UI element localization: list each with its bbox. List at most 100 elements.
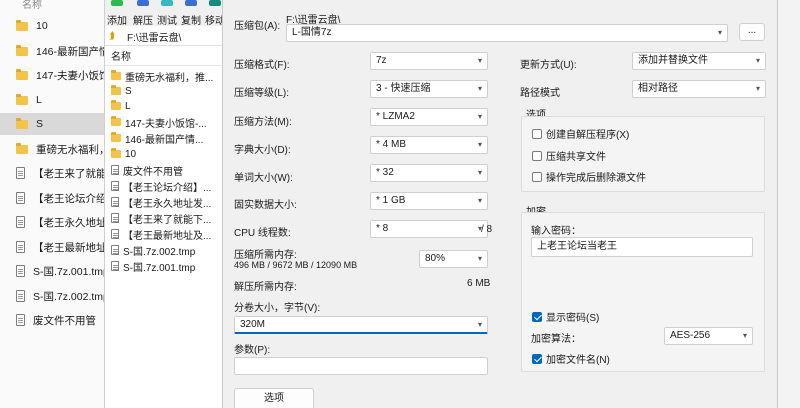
document-icon (111, 229, 119, 239)
level-label: 压缩等级(L): (234, 88, 289, 99)
decompress-memory-label: 解压所需内存: (234, 282, 297, 293)
cpu-threads-max: / 8 (481, 224, 493, 235)
add-button[interactable]: 添加 (107, 12, 127, 27)
up-folder-icon[interactable]: ⮭ (109, 31, 119, 42)
method-select[interactable]: * LZMA2 ▾ (370, 108, 488, 126)
list-item[interactable]: S-国.7z.002.tmp (111, 243, 235, 257)
password-label: 输入密码： (531, 226, 581, 237)
explorer-item-selected[interactable]: S (0, 113, 112, 135)
explorer-item[interactable]: 废文件不用管 (0, 309, 112, 331)
compress-memory-label: 压缩所需内存: (234, 250, 297, 261)
list-item[interactable]: 【老王来了就能下... (111, 211, 235, 225)
file-explorer-pane: 名称 10 146-最新国产情侣 147-夫妻小饭馆- L S 重磅无水福利，推… (0, 0, 112, 408)
chevron-down-icon: ▾ (477, 84, 482, 93)
explorer-item[interactable]: S-国.7z.001.tmp (0, 260, 112, 282)
explorer-name-header[interactable]: 名称 (22, 0, 42, 11)
list-item[interactable]: 147-夫妻小饭馆-... (111, 115, 235, 129)
address-input[interactable]: F:\迅雷云盘\ (127, 29, 181, 44)
checkbox-unchecked-icon (532, 171, 542, 182)
copy-button[interactable]: 复制 (181, 12, 201, 27)
address-bar: ⮭ F:\迅雷云盘\ (105, 28, 235, 46)
list-item[interactable]: 【老王永久地址发... (111, 195, 235, 209)
sfx-checkbox[interactable]: 创建自解压程序(X) (532, 126, 629, 141)
list-item[interactable]: 146-最新国产情... (111, 131, 235, 145)
checkbox-unchecked-icon (532, 150, 542, 161)
shared-files-checkbox[interactable]: 压缩共享文件 (532, 148, 606, 163)
archive-label: 压缩包(A): (234, 21, 281, 32)
list-item[interactable]: L (111, 99, 235, 113)
explorer-item[interactable]: S-国.7z.002.tmp (0, 285, 112, 307)
list-item[interactable]: 重磅无水福利，推... (111, 69, 235, 83)
test-button[interactable]: 测试 (157, 12, 177, 27)
memory-percent-select[interactable]: 80% ▾ (419, 250, 488, 268)
document-icon (16, 216, 25, 228)
archive-name-combobox[interactable]: L-国情7z ▾ (286, 24, 728, 42)
document-icon (111, 245, 119, 255)
chevron-down-icon: ▾ (477, 196, 482, 205)
document-icon (111, 181, 119, 191)
cpu-threads-label: CPU 线程数: (234, 228, 291, 239)
path-mode-label: 路径模式 (520, 88, 560, 99)
encryption-method-label: 加密算法： (531, 334, 581, 345)
list-item[interactable]: 【老王论坛介绍】... (111, 179, 235, 193)
explorer-item[interactable]: 【老王来了就能下 (0, 162, 112, 184)
path-mode-select[interactable]: 相对路径 ▾ (632, 80, 766, 98)
folder-icon (16, 44, 28, 56)
explorer-item[interactable]: 重磅无水福利，推 (0, 138, 112, 160)
browse-button[interactable]: ... (739, 23, 765, 41)
extract-icon (137, 0, 149, 6)
solid-block-label: 固实数据大小: (234, 200, 297, 211)
explorer-item[interactable]: 【老王永久地址发 (0, 211, 112, 233)
explorer-item[interactable]: L (0, 89, 112, 111)
chevron-down-icon[interactable]: ▾ (718, 25, 722, 41)
document-icon (111, 213, 119, 223)
encrypt-filenames-checkbox[interactable]: 加密文件名(N) (532, 351, 610, 366)
document-icon (16, 241, 25, 253)
dictionary-label: 字典大小(D): (234, 145, 291, 156)
method-label: 压缩方法(M): (234, 117, 292, 128)
word-size-select[interactable]: * 32 ▾ (370, 164, 488, 182)
update-mode-select[interactable]: 添加并替换文件 ▾ (632, 52, 766, 70)
folder-icon (16, 93, 28, 105)
explorer-item[interactable]: 【老王最新地址及 (0, 236, 112, 258)
dictionary-select[interactable]: * 4 MB ▾ (370, 136, 488, 154)
7zip-file-manager: 添加 解压 测试 复制 移动 ⮭ F:\迅雷云盘\ 名称 重磅无水福利，推...… (104, 0, 235, 408)
format-label: 压缩格式(F): (234, 60, 290, 71)
list-item[interactable]: 10 (111, 147, 235, 161)
decompress-memory-value: 6 MB (467, 278, 491, 289)
explorer-item[interactable]: 147-夫妻小饭馆- (0, 64, 112, 86)
explorer-item[interactable]: 【老王论坛介绍】 (0, 187, 112, 209)
solid-block-select[interactable]: * 1 GB ▾ (370, 192, 488, 210)
chevron-down-icon: ▾ (477, 140, 482, 149)
explorer-item[interactable]: 146-最新国产情侣 (0, 40, 112, 62)
document-icon (16, 192, 25, 204)
folder-icon (111, 116, 121, 126)
delete-after-checkbox[interactable]: 操作完成后删除源文件 (532, 169, 646, 184)
password-input[interactable]: 上老王论坛当老王 (531, 237, 753, 257)
options-button[interactable]: 选项 (234, 388, 314, 408)
format-select[interactable]: 7z ▾ (370, 52, 488, 70)
document-icon (111, 261, 119, 271)
extract-button[interactable]: 解压 (133, 12, 153, 27)
level-select[interactable]: 3 - 快速压缩 ▾ (370, 80, 488, 98)
folder-icon (16, 142, 28, 154)
list-item[interactable]: 废文件不用管 (111, 163, 235, 177)
chevron-down-icon: ▾ (742, 331, 747, 340)
cpu-threads-select[interactable]: * 8 ▾ (370, 220, 488, 238)
chevron-down-icon: ▾ (755, 84, 760, 93)
folder-icon (111, 100, 121, 110)
list-item[interactable]: S-国.7z.001.tmp (111, 259, 235, 273)
split-volume-combobox[interactable]: 320M ▾ (234, 316, 488, 334)
list-item[interactable]: 【老王最新地址及... (111, 227, 235, 241)
show-password-checkbox[interactable]: 显示密码(S) (532, 309, 599, 324)
list-item[interactable]: S (111, 84, 235, 98)
chevron-down-icon: ▾ (477, 112, 482, 121)
checkbox-checked-icon (532, 311, 542, 322)
chevron-down-icon: ▾ (477, 254, 482, 263)
document-icon (111, 165, 119, 175)
explorer-item[interactable]: 10 (0, 15, 112, 37)
encryption-method-select[interactable]: AES-256 ▾ (664, 327, 753, 345)
column-header-name[interactable]: 名称 (105, 50, 235, 66)
parameters-input[interactable] (234, 357, 488, 375)
document-icon (16, 314, 25, 326)
